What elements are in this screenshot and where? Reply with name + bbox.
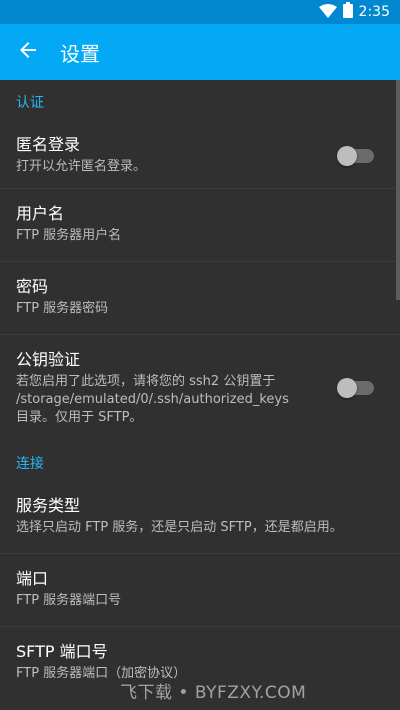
anonymous-login-switch[interactable]	[337, 146, 374, 166]
pref-title: 端口	[16, 569, 49, 588]
pref-title: 密码	[16, 277, 49, 296]
watermark: 飞下载 • BYFZXY.COM	[120, 683, 307, 703]
pref-summary: FTP 服务器端口号	[16, 593, 122, 608]
pref-title: 匿名登录	[16, 135, 81, 154]
public-key-auth-switch[interactable]	[337, 378, 374, 398]
pref-summary: 选择只启动 FTP 服务，还是只启动 SFTP，还是都启用。	[16, 520, 343, 535]
section-header-connection: 连接	[16, 456, 44, 472]
pref-anonymous-login[interactable]: 匿名登录 打开以允许匿名登录。	[0, 124, 400, 189]
section-header-auth: 认证	[16, 95, 44, 111]
page-title: 设置	[60, 41, 100, 66]
status-time: 2:35	[358, 4, 390, 20]
pref-summary: 若您启用了此选项，请将您的 ssh2 公钥置于 /storage/emulate…	[16, 374, 289, 425]
settings-list[interactable]: 认证 匿名登录 打开以允许匿名登录。 用户名 FTP 服务器用户名 密码 FTP…	[0, 80, 400, 710]
app-bar: 设置	[0, 24, 400, 80]
battery-icon	[342, 2, 353, 22]
pref-title: 用户名	[16, 204, 65, 223]
switch-thumb	[337, 378, 357, 398]
pref-summary: 打开以允许匿名登录。	[16, 159, 147, 174]
pref-title: 公钥验证	[16, 350, 81, 369]
pref-service-type[interactable]: 服务类型 选择只启动 FTP 服务，还是只启动 SFTP，还是都启用。	[0, 485, 400, 554]
pref-port[interactable]: 端口 FTP 服务器端口号	[0, 554, 400, 627]
status-bar: 2:35	[0, 0, 400, 24]
pref-title: SFTP 端口号	[16, 642, 108, 661]
pref-summary: FTP 服务器用户名	[16, 228, 122, 243]
arrow-back-icon	[18, 40, 38, 64]
pref-summary: FTP 服务器密码	[16, 301, 109, 316]
pref-title: 服务类型	[16, 496, 81, 515]
pref-public-key-auth[interactable]: 公钥验证 若您启用了此选项，请将您的 ssh2 公钥置于 /storage/em…	[0, 335, 400, 441]
scrollbar[interactable]	[396, 80, 400, 300]
wifi-icon	[318, 3, 337, 22]
pref-password[interactable]: 密码 FTP 服务器密码	[0, 262, 400, 335]
pref-username[interactable]: 用户名 FTP 服务器用户名	[0, 189, 400, 262]
status-icons: 2:35	[318, 0, 390, 24]
switch-thumb	[337, 146, 357, 166]
back-button[interactable]	[0, 24, 56, 80]
